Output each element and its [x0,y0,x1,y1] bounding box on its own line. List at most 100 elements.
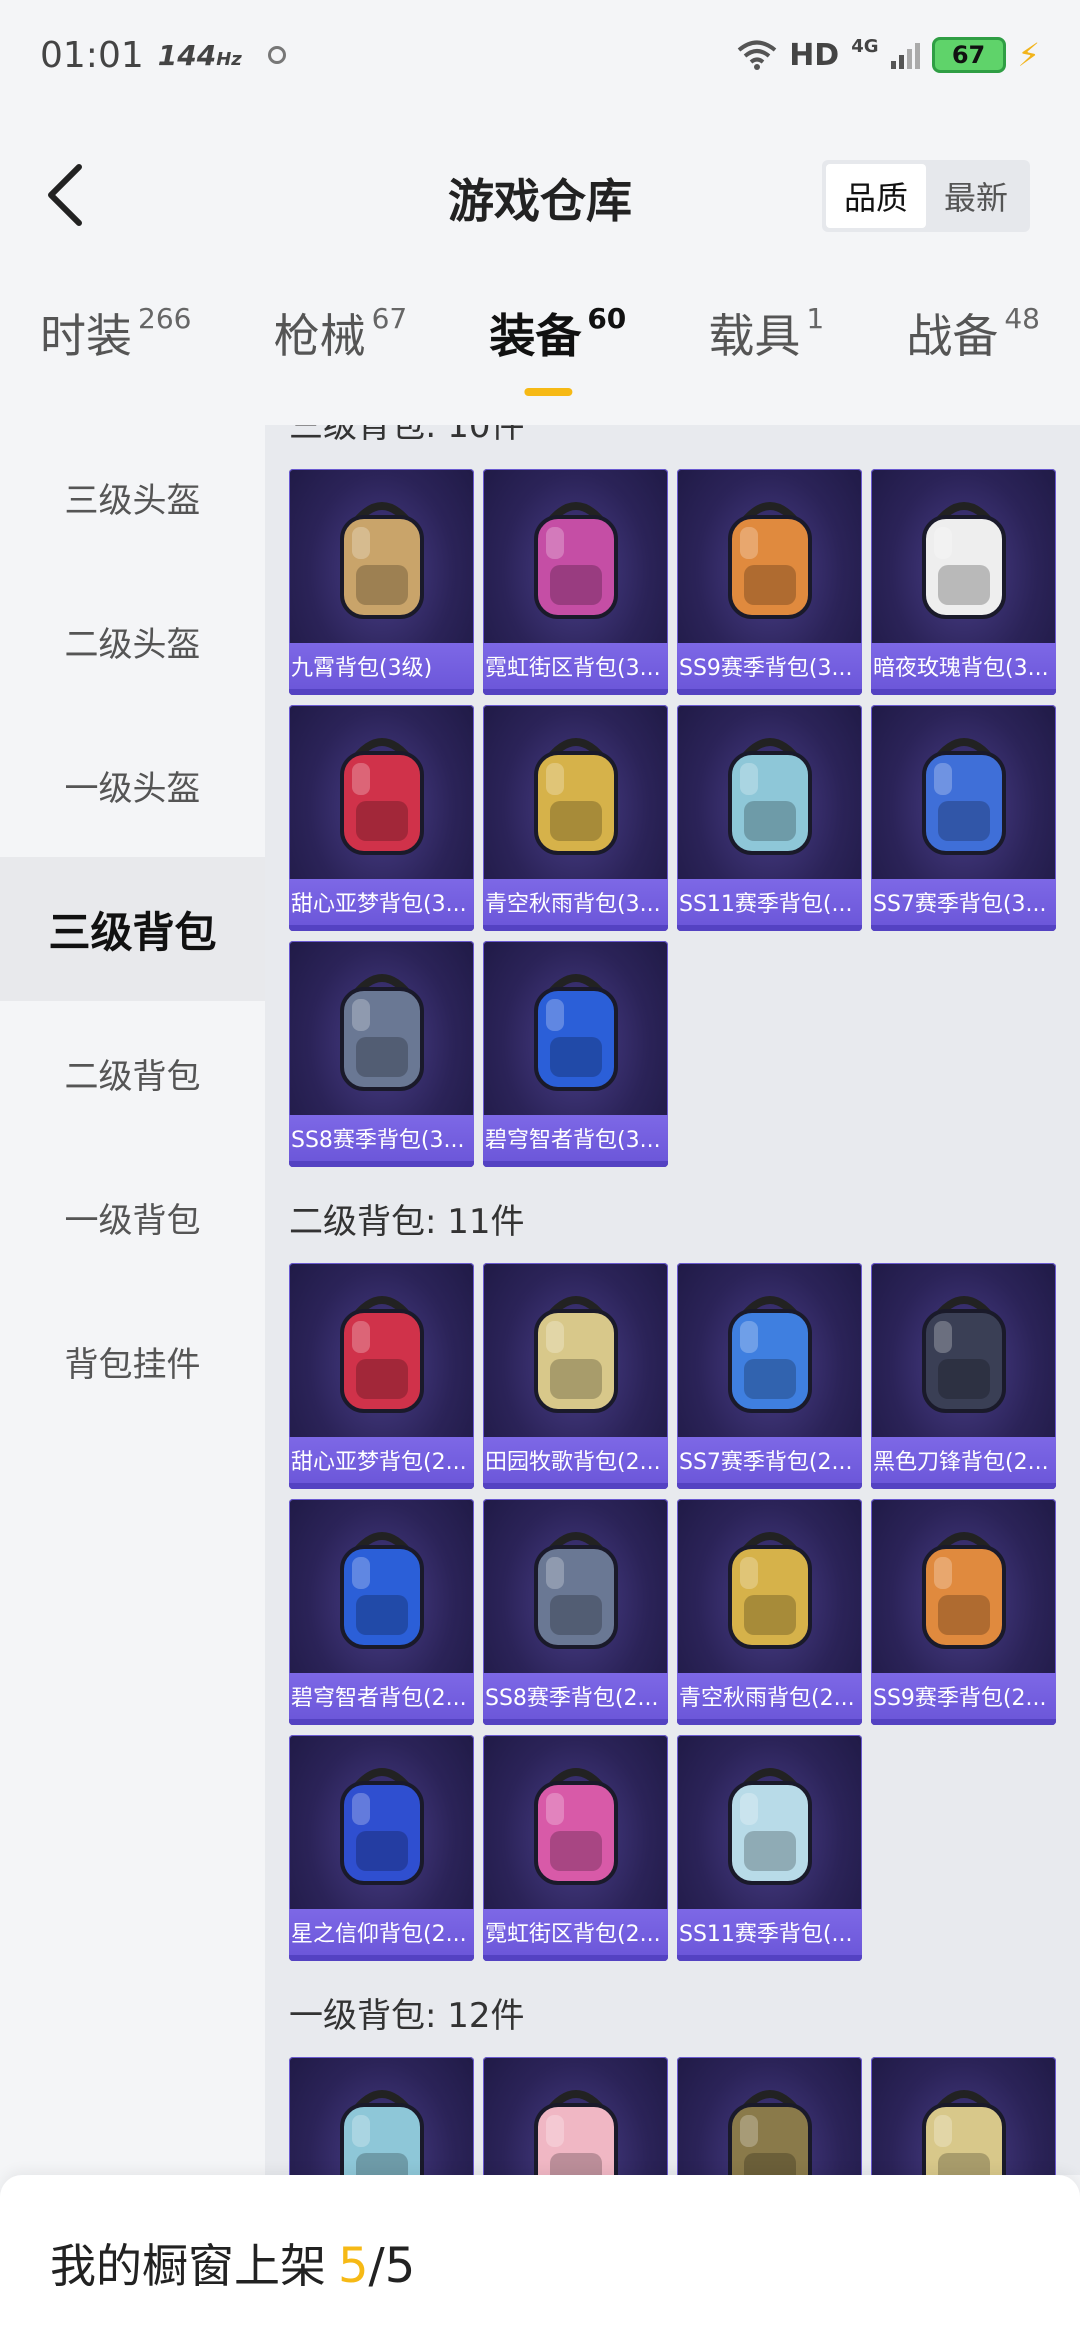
item-card[interactable]: SS8赛季背包(3... [289,941,474,1167]
item-image [677,1735,862,1910]
item-card[interactable]: 九霄背包(3级) [289,469,474,695]
tab-label: 时装 [40,309,132,363]
header: 游戏仓库 品质 最新 [0,140,1080,250]
item-name: 暗夜玫瑰背包(3... [871,643,1056,695]
battery-icon: 67 [931,37,1006,73]
item-card[interactable]: 田园牧歌背包(2... [483,1263,668,1489]
item-name: SS9赛季背包(2... [871,1673,1056,1725]
tab-count: 1 [806,302,825,335]
backpack-icon [533,1767,618,1885]
tab-fashion[interactable]: 时装 266 [40,300,191,420]
backpack-icon [339,1295,424,1413]
item-card[interactable] [677,2057,862,2175]
backpack-icon [727,1767,812,1885]
item-name: SS7赛季背包(2... [677,1437,862,1489]
tab-weapons[interactable]: 枪械 67 [274,300,408,420]
item-card[interactable]: SS9赛季背包(2... [871,1499,1056,1725]
item-grid-lv2: 甜心亚梦背包(2... 田园牧歌背包(2... SS7赛季背包(2... 黑色刀锋背包… [265,1263,1080,1961]
sidebar-item-helmet-lv1[interactable]: 一级头盔 [0,713,265,857]
backpack-icon [533,737,618,855]
status-time: 01:01 [40,34,144,76]
item-card[interactable]: SS7赛季背包(3... [871,705,1056,931]
item-name: 甜心亚梦背包(2... [289,1437,474,1489]
backpack-icon [533,2089,618,2175]
status-left: 01:01 144Hz [40,35,286,76]
network-label: HD [789,37,840,73]
sort-toggle: 品质 最新 [822,160,1030,232]
sidebar-item-backpack-lv1[interactable]: 一级背包 [0,1145,265,1289]
item-grid-lv1 [265,2057,1080,2175]
item-name: SS8赛季背包(2... [483,1673,668,1725]
item-card[interactable]: 霓虹街区背包(2... [483,1735,668,1961]
section-title-backpack-lv3: 三级背包: 10件 [289,425,525,446]
item-image [289,1499,474,1674]
item-image [677,1263,862,1438]
item-image [677,2057,862,2175]
item-image [289,469,474,644]
showcase-separator: / [368,2238,385,2294]
item-name: 碧穹智者背包(2... [289,1673,474,1725]
sidebar-item-backpack-lv2[interactable]: 二级背包 [0,1001,265,1145]
item-name: SS8赛季背包(3... [289,1115,474,1167]
backpack-icon [727,737,812,855]
item-card[interactable]: 霓虹街区背包(3... [483,469,668,695]
item-image [289,941,474,1116]
item-card[interactable] [289,2057,474,2175]
item-card[interactable]: SS7赛季背包(2... [677,1263,862,1489]
backpack-icon [533,501,618,619]
item-name: SS11赛季背包(... [677,879,862,931]
item-card[interactable]: SS11赛季背包(... [677,705,862,931]
item-card[interactable]: SS8赛季背包(2... [483,1499,668,1725]
wifi-icon [737,40,777,70]
item-card[interactable]: 甜心亚梦背包(2... [289,1263,474,1489]
item-card[interactable]: 碧穹智者背包(2... [289,1499,474,1725]
tab-supplies[interactable]: 战备 48 [906,300,1040,420]
game-warehouse-screen: 01:01 144Hz HD 4G 67 ⚡ 游戏仓库 品质 最新 时装 266… [0,0,1080,2340]
tab-label: 载具 [708,309,801,363]
backpack-icon [533,1295,618,1413]
item-card[interactable]: 甜心亚梦背包(3... [289,705,474,931]
backpack-icon [727,1295,812,1413]
item-card[interactable]: 黑色刀锋背包(2... [871,1263,1056,1489]
item-card[interactable]: 星之信仰背包(2... [289,1735,474,1961]
item-card[interactable] [483,2057,668,2175]
refresh-rate: 144Hz [158,39,242,72]
section-title-backpack-lv1: 一级背包: 12件 [289,1995,525,2036]
showcase-bar[interactable]: 我的橱窗上架 5 / 5 [0,2175,1080,2340]
showcase-status: 我的橱窗上架 5 / 5 [50,2230,415,2296]
sidebar-item-helmet-lv2[interactable]: 二级头盔 [0,569,265,713]
tab-equipment[interactable]: 装备 60 [489,300,626,420]
backpack-icon [727,501,812,619]
item-card[interactable]: 青空秋雨背包(3... [483,705,668,931]
item-name: 青空秋雨背包(3... [483,879,668,931]
notification-icon [267,46,286,64]
tab-label: 装备 [489,309,582,363]
sort-quality-option[interactable]: 品质 [826,164,926,228]
item-image [483,941,668,1116]
item-image [483,1263,668,1438]
tab-count: 266 [138,302,192,335]
item-card[interactable]: 青空秋雨背包(2... [677,1499,862,1725]
tab-count: 48 [1004,302,1040,335]
item-name: 黑色刀锋背包(2... [871,1437,1056,1489]
item-image [483,705,668,880]
item-image [871,705,1056,880]
backpack-icon [533,973,618,1091]
item-name: 甜心亚梦背包(3... [289,879,474,931]
sidebar-item-backpack-lv3[interactable]: 三级背包 [0,857,265,1001]
sort-newest-option[interactable]: 最新 [926,164,1026,228]
tab-vehicles[interactable]: 载具 1 [708,300,824,420]
sidebar-item-backpack-charm[interactable]: 背包挂件 [0,1289,265,1433]
item-card[interactable]: 暗夜玫瑰背包(3... [871,469,1056,695]
item-name: 霓虹街区背包(2... [483,1909,668,1961]
item-card[interactable]: SS11赛季背包(... [677,1735,862,1961]
item-card[interactable] [871,2057,1056,2175]
backpack-icon [339,737,424,855]
showcase-total: 5 [384,2238,416,2294]
item-name: SS7赛季背包(3... [871,879,1056,931]
sidebar-item-helmet-lv3[interactable]: 三级头盔 [0,425,265,569]
item-card[interactable]: SS9赛季背包(3... [677,469,862,695]
item-card[interactable]: 碧穹智者背包(3... [483,941,668,1167]
item-image [483,2057,668,2175]
item-image [677,1499,862,1674]
